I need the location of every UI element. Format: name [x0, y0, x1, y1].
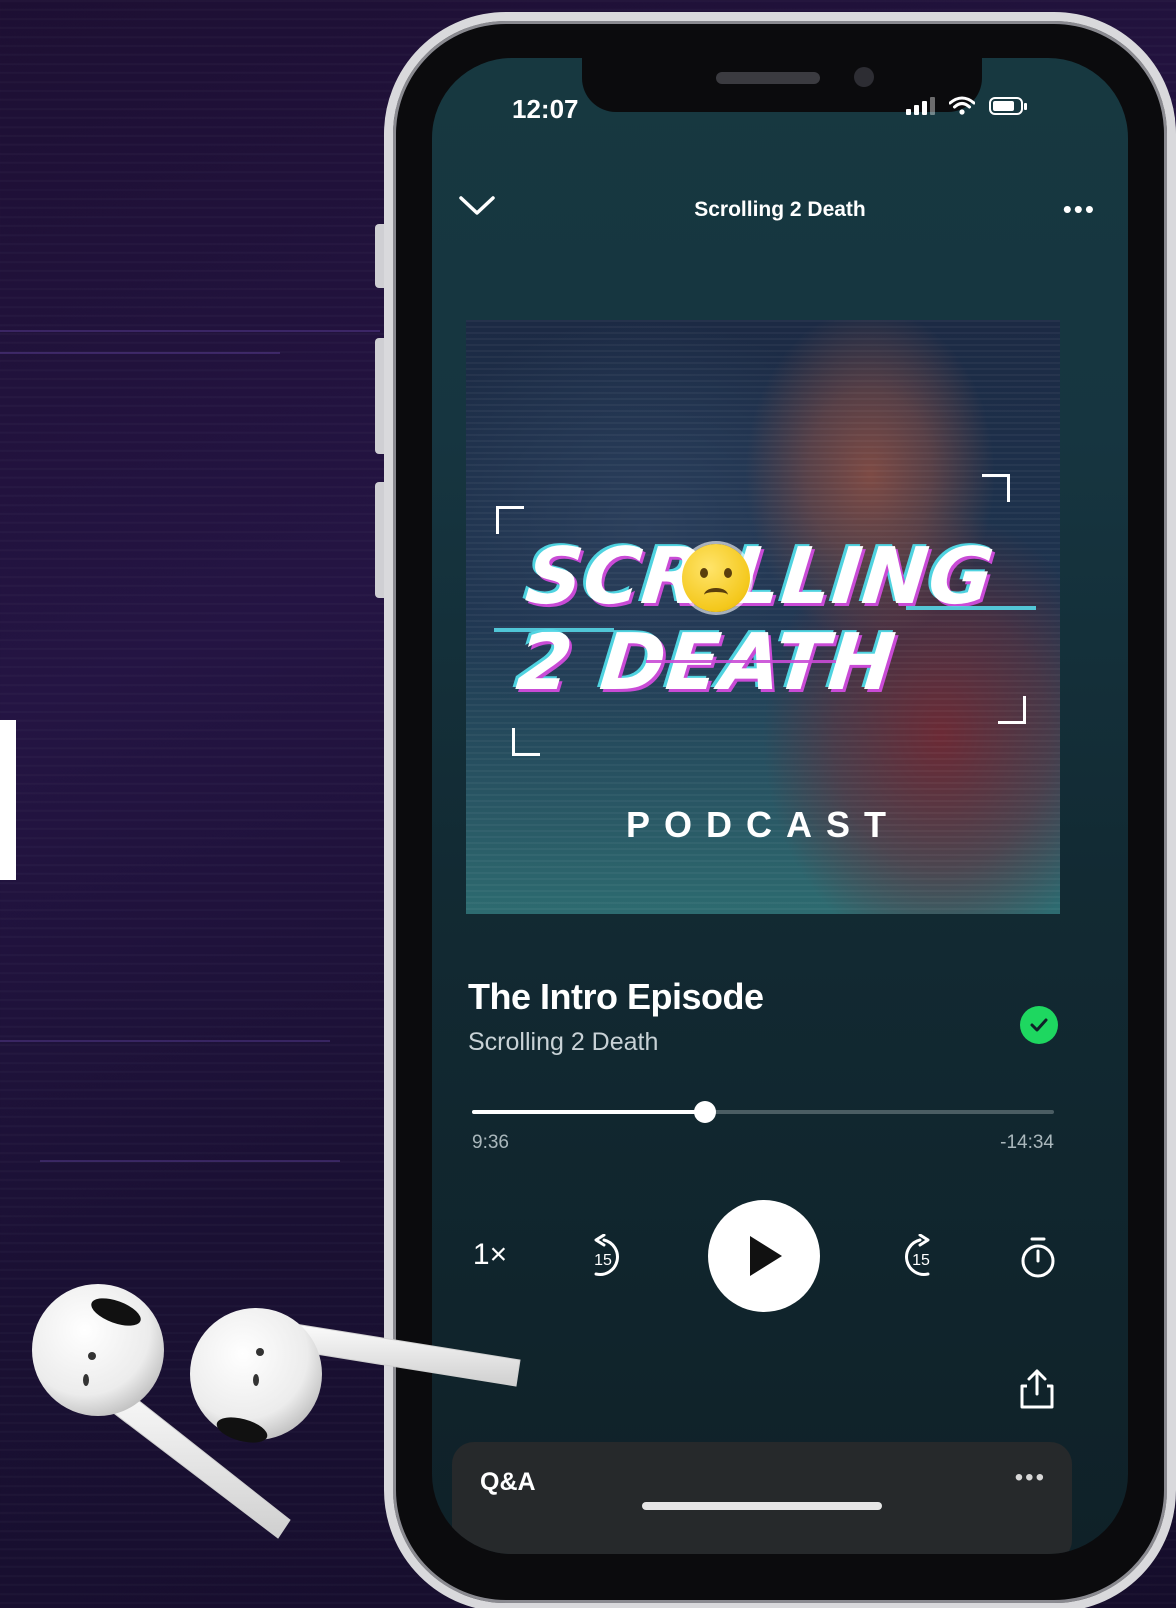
- play-icon: [750, 1236, 782, 1276]
- up-next-more-button[interactable]: •••: [1015, 1464, 1046, 1492]
- artwork-frame-corner: [982, 474, 1010, 502]
- header-title: Scrolling 2 Death: [694, 198, 866, 221]
- share-icon[interactable]: [1016, 1368, 1058, 1410]
- up-next-card[interactable]: Q&A •••: [452, 1442, 1072, 1554]
- right-airpod: [190, 1308, 521, 1443]
- player-header: Scrolling 2 Death •••: [432, 188, 1128, 232]
- background-glitch-line: [40, 1160, 340, 1162]
- battery-icon: [989, 97, 1027, 115]
- skip-forward-15-icon[interactable]: 15: [896, 1234, 942, 1280]
- podcast-artwork: SCR LLING 2 DEATH PODCAST: [466, 320, 1060, 914]
- background-glitch-line: [0, 352, 280, 354]
- playback-speed-button[interactable]: 1×: [470, 1230, 510, 1280]
- progress-thumb[interactable]: [693, 1101, 716, 1123]
- sad-face-emoji-icon: [682, 544, 750, 612]
- signal-icon: [906, 97, 935, 115]
- wifi-icon: [949, 96, 975, 115]
- artwork-glitch-bar: [906, 606, 1036, 610]
- elapsed-time: 9:36: [472, 1132, 509, 1153]
- remaining-time: -14:34: [1000, 1132, 1054, 1153]
- artwork-title-line2: 2 DEATH: [512, 618, 901, 708]
- status-icons: [906, 96, 1027, 116]
- play-button[interactable]: [708, 1200, 820, 1312]
- front-camera: [854, 67, 874, 87]
- artwork-frame-corner: [496, 506, 524, 534]
- artwork-frame-corner: [512, 728, 540, 756]
- home-indicator[interactable]: [642, 1502, 882, 1510]
- partial-background-letter: [0, 720, 16, 880]
- downloaded-check-icon[interactable]: [1020, 1006, 1058, 1044]
- artwork-glitch-bar: [494, 628, 614, 632]
- skip-forward-seconds: 15: [912, 1252, 930, 1269]
- airpods-image: [32, 1284, 521, 1539]
- more-options-button[interactable]: •••: [1063, 194, 1096, 225]
- skip-back-15-icon[interactable]: 15: [582, 1234, 628, 1280]
- artwork-subtitle: PODCAST: [625, 804, 900, 845]
- sleep-timer-icon[interactable]: [1018, 1236, 1058, 1280]
- artwork-glitch-bar: [646, 660, 836, 663]
- skip-back-seconds: 15: [594, 1252, 612, 1269]
- episode-title: The Intro Episode: [468, 976, 764, 1017]
- progress-bar-fill: [472, 1110, 705, 1114]
- progress-bar[interactable]: [472, 1101, 1054, 1123]
- status-time: 12:07: [512, 94, 579, 124]
- artwork-title: SCR LLING 2 DEATH: [512, 532, 1031, 708]
- speaker-grille: [716, 72, 820, 84]
- background-glitch-line: [0, 1040, 330, 1042]
- episode-show-name[interactable]: Scrolling 2 Death: [468, 1028, 658, 1057]
- background-glitch-line: [0, 330, 380, 332]
